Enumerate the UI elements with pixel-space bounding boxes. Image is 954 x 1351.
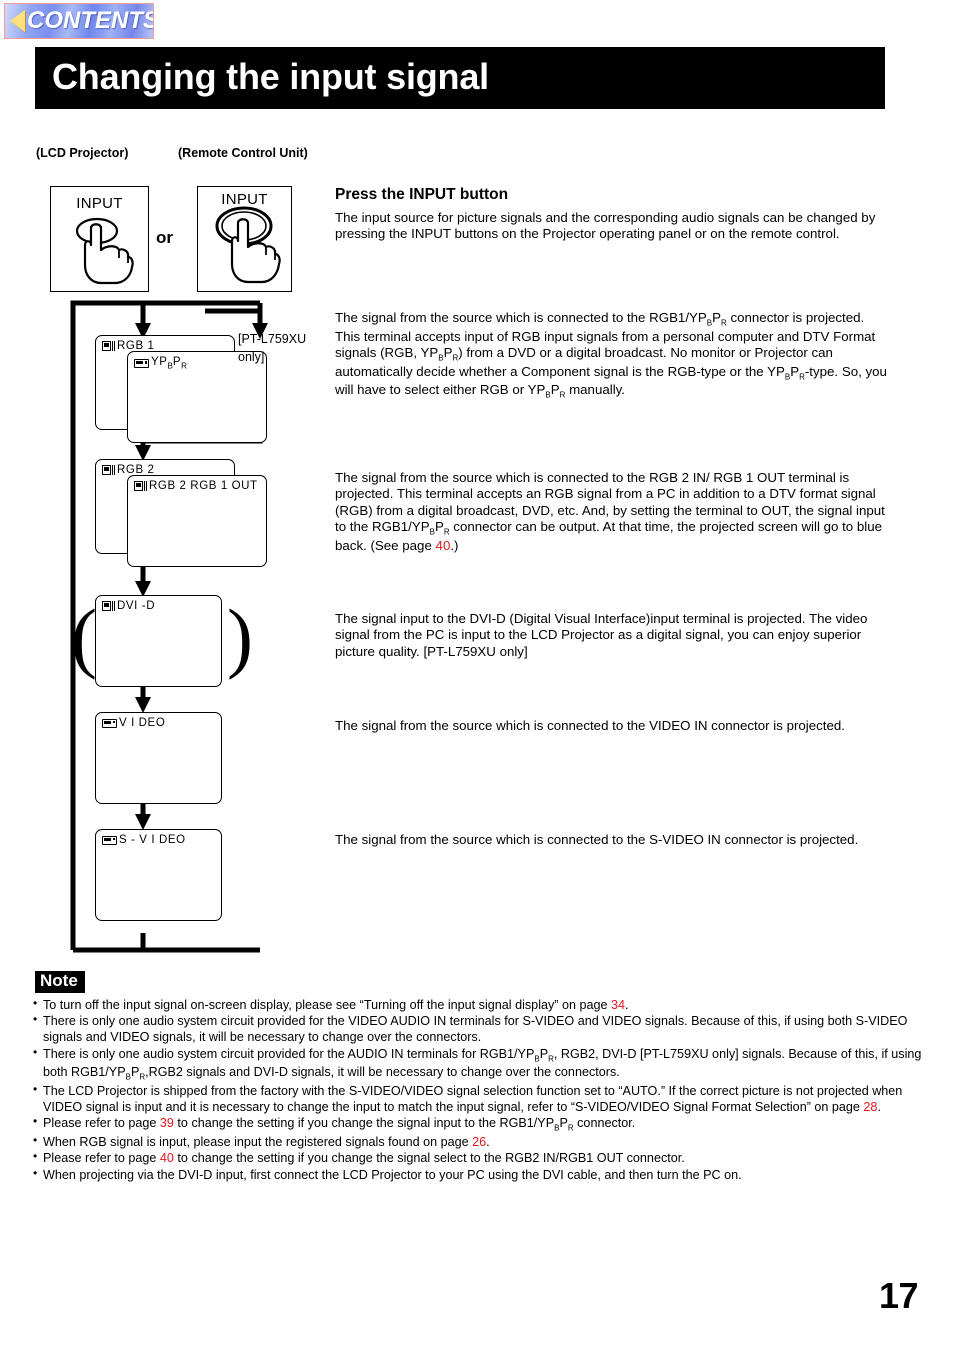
page-ref-34[interactable]: 34 — [611, 998, 625, 1012]
page-ref-39[interactable]: 39 — [160, 1116, 174, 1130]
intro-paragraph: The input source for picture signals and… — [335, 210, 876, 242]
note-item: To turn off the input signal on-screen d… — [33, 996, 923, 1013]
flow-box-rgb2-rgb1out: RGB 2 RGB 1 OUT — [127, 475, 267, 567]
or-separator-label: or — [156, 228, 173, 247]
input-signal-flow-diagram: RGB 1 YPBPR RGB 2 RGB 2 RGB 1 OUT DVI -D… — [55, 295, 345, 960]
left-triangle-icon — [10, 10, 25, 32]
video-deck-icon — [102, 835, 117, 845]
page-ref-40b[interactable]: 40 — [160, 1151, 174, 1165]
page-title-bar: Changing the input signal — [35, 47, 885, 109]
video-paragraph: The signal from the source which is conn… — [335, 718, 845, 733]
right-paren-decoration: ) — [227, 593, 253, 680]
note-item: There is only one audio system circuit p… — [33, 1045, 923, 1084]
note-item: Please refer to page 40 to change the se… — [33, 1149, 923, 1166]
left-paren-decoration: ( — [71, 593, 97, 680]
note-item: The LCD Projector is shipped from the fa… — [33, 1082, 923, 1115]
flow-box-ypbpr-label: YPBPR — [134, 356, 187, 370]
remote-input-button-figure: INPUT — [197, 186, 292, 292]
flow-box-dvid: DVI -D — [95, 595, 222, 687]
pressing-hand-illustration — [75, 217, 134, 285]
note-item: When RGB signal is input, please input t… — [33, 1133, 923, 1150]
page-ref-28[interactable]: 28 — [863, 1100, 877, 1114]
rgb1-paragraph: The signal from the source which is conn… — [335, 310, 887, 400]
video-deck-icon — [102, 718, 117, 728]
computer-icon — [134, 481, 147, 491]
note-list: To turn off the input signal on-screen d… — [33, 996, 923, 1183]
flow-box-video: V I DEO — [95, 712, 222, 804]
pressing-hand-illustration — [215, 206, 281, 284]
rgb2-paragraph: The signal from the source which is conn… — [335, 470, 885, 554]
page-number: 17 — [878, 1275, 919, 1316]
press-input-heading: Press the INPUT button — [335, 186, 509, 203]
lcd-projector-caption: (LCD Projector) — [36, 146, 129, 160]
computer-icon — [102, 465, 115, 475]
dvid-paragraph: The signal input to the DVI-D (Digital V… — [335, 611, 868, 659]
note-item: When projecting via the DVI-D input, fir… — [33, 1166, 923, 1183]
lcd-input-button-figure: INPUT — [50, 186, 149, 292]
contents-button-label: CONTENTS — [27, 7, 154, 34]
flow-box-svideo-label: S - V I DEO — [102, 834, 186, 846]
computer-icon — [102, 341, 115, 351]
flow-box-svideo: S - V I DEO — [95, 829, 222, 921]
remote-control-caption: (Remote Control Unit) — [178, 146, 308, 160]
note-item: Please refer to page 39 to change the se… — [33, 1114, 923, 1134]
note-badge: Note — [35, 971, 85, 993]
flow-box-rgb2-rgb1out-label: RGB 2 RGB 1 OUT — [134, 480, 258, 492]
model-only-note: [PT-L759XU only] — [238, 332, 307, 365]
video-deck-icon — [134, 358, 149, 368]
note-item: There is only one audio system circuit p… — [33, 1012, 923, 1045]
page-title: Changing the input signal — [52, 56, 489, 98]
flow-box-dvid-label: DVI -D — [102, 600, 155, 612]
contents-button[interactable]: CONTENTS — [4, 3, 154, 39]
flow-box-video-label: V I DEO — [102, 717, 165, 729]
computer-icon — [102, 601, 115, 611]
svideo-paragraph: The signal from the source which is conn… — [335, 832, 859, 847]
page-ref-40[interactable]: 40 — [436, 538, 451, 553]
page-ref-26[interactable]: 26 — [472, 1135, 486, 1149]
